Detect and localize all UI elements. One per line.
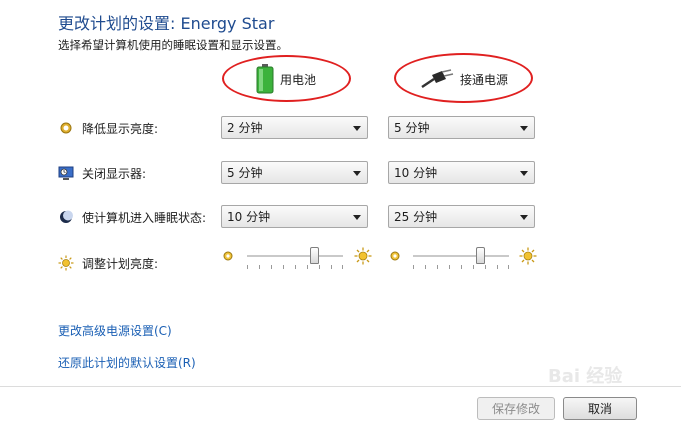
brightness-sun-icon [58, 255, 74, 271]
chevron-down-icon [520, 171, 528, 176]
dim-display-battery-select[interactable]: 2 分钟 [221, 116, 368, 139]
plugged-column-header: 接通电源 [396, 58, 532, 100]
battery-brightness-ticks [247, 265, 343, 269]
setting-label-display-off: 关闭显示器: [82, 166, 147, 181]
sleep-moon-icon [60, 210, 73, 223]
display-off-icon [58, 166, 74, 180]
setting-label-sleep: 使计算机进入睡眠状态: [82, 210, 207, 225]
page-subtitle: 选择希望计算机使用的睡眠设置和显示设置。 [58, 38, 288, 52]
sleep-plugged-select[interactable]: 25 分钟 [388, 205, 535, 228]
chevron-down-icon [353, 171, 361, 176]
plugged-brightness-ticks [413, 265, 509, 269]
battery-brightness-thumb[interactable] [309, 247, 319, 264]
chevron-down-icon [353, 126, 361, 131]
display-off-plugged-value: 10 分钟 [394, 166, 438, 180]
battery-column-header: 用电池 [222, 58, 350, 100]
sleep-battery-select[interactable]: 10 分钟 [221, 205, 368, 228]
brightness-low-icon [223, 251, 233, 261]
battery-brightness-track[interactable] [247, 255, 343, 258]
restore-defaults-link[interactable]: 还原此计划的默认设置(R) [58, 354, 196, 371]
plugged-brightness-track[interactable] [413, 255, 509, 258]
power-plug-icon [421, 69, 454, 89]
display-off-plugged-select[interactable]: 10 分钟 [388, 161, 535, 184]
page-title: 更改计划的设置: Energy Star [58, 14, 275, 33]
sleep-plugged-value: 25 分钟 [394, 210, 438, 224]
battery-column-label: 用电池 [279, 72, 316, 87]
dim-display-icon [60, 122, 72, 134]
display-off-battery-select[interactable]: 5 分钟 [221, 161, 368, 184]
dim-display-battery-value: 2 分钟 [227, 121, 263, 135]
display-off-battery-value: 5 分钟 [227, 166, 263, 180]
chevron-down-icon [520, 215, 528, 220]
brightness-high-icon [354, 247, 372, 265]
brightness-high-icon [519, 247, 537, 265]
watermark: Bai 经验 [548, 366, 623, 387]
setting-row-brightness: 调整计划亮度: [58, 252, 158, 274]
dim-display-plugged-select[interactable]: 5 分钟 [388, 116, 535, 139]
brightness-low-icon [390, 251, 400, 261]
setting-label-dim-display: 降低显示亮度: [82, 121, 159, 136]
chevron-down-icon [520, 126, 528, 131]
setting-row-sleep: 使计算机进入睡眠状态: [58, 206, 206, 228]
setting-row-dim-display: 降低显示亮度: [58, 117, 158, 139]
cancel-button[interactable]: 取消 [563, 397, 637, 420]
footer-divider [0, 386, 681, 387]
advanced-power-settings-link[interactable]: 更改高级电源设置(C) [58, 322, 172, 339]
dim-display-plugged-value: 5 分钟 [394, 121, 430, 135]
plugged-column-label: 接通电源 [459, 72, 508, 87]
setting-row-display-off: 关闭显示器: [58, 162, 146, 184]
plugged-brightness-thumb[interactable] [475, 247, 485, 264]
setting-label-brightness: 调整计划亮度: [82, 256, 159, 271]
chevron-down-icon [353, 215, 361, 220]
battery-icon [256, 64, 274, 94]
sleep-battery-value: 10 分钟 [227, 210, 271, 224]
save-changes-button[interactable]: 保存修改 [477, 397, 555, 420]
